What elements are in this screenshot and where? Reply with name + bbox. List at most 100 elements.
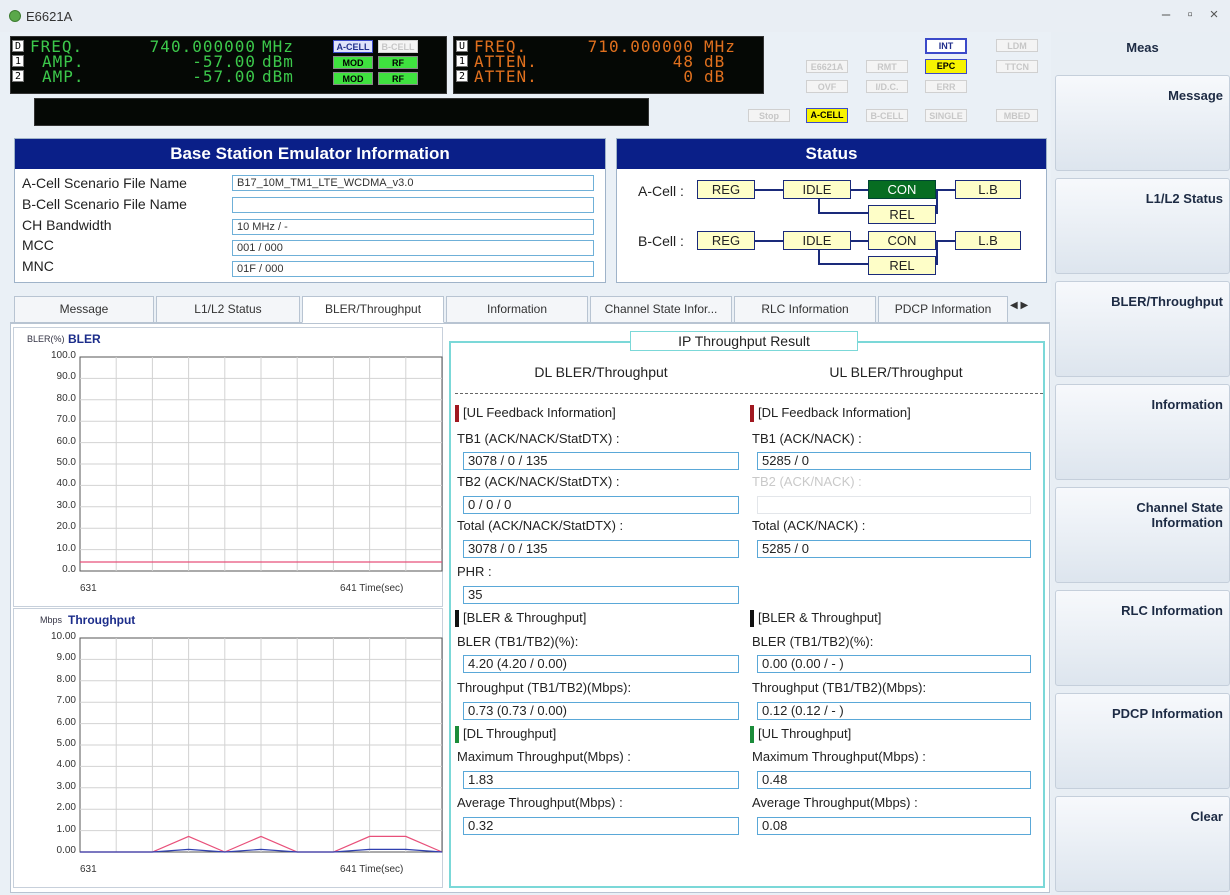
mod2-chip[interactable]: MOD — [333, 72, 373, 85]
throughput-y-tick: 4.00 — [56, 759, 76, 771]
ul-throughput-field: 0.12 (0.12 / - ) — [757, 702, 1031, 720]
tab-scroll-arrows[interactable]: ◀ ▶ — [1010, 300, 1028, 311]
mod1-chip[interactable]: MOD — [333, 56, 373, 69]
dl-bler-throughput-header: DL BLER/Throughput — [534, 364, 668, 380]
ul-tb1-field: 5285 / 0 — [757, 452, 1031, 470]
softkey-clear[interactable]: Clear — [1055, 796, 1230, 892]
tab-rlc-information[interactable]: RLC Information — [734, 296, 876, 323]
single-chip: SINGLE — [925, 109, 967, 122]
softkey-channel-state-information[interactable]: Channel State Information — [1055, 487, 1230, 583]
softkey-information[interactable]: Information — [1055, 384, 1230, 480]
message-bar — [34, 98, 649, 126]
bler-y-tick: 70.0 — [56, 414, 76, 426]
ch-bandwidth-field: 10 MHz / - — [232, 219, 594, 235]
dl-throughput-marker — [455, 726, 459, 743]
rf1-chip[interactable]: RF — [378, 56, 418, 69]
bler-y-tick: 60.0 — [56, 435, 76, 447]
ul-bler-throughput-marker — [750, 610, 754, 627]
b-cell-con-state: CON — [868, 231, 936, 250]
dl-tb2-label: TB2 (ACK/NACK/StatDTX) : — [457, 474, 620, 489]
throughput-y-tick: 3.00 — [56, 780, 76, 792]
dl-bler-field: 4.20 (4.20 / 0.00) — [463, 655, 739, 673]
dl-bler-throughput-marker — [455, 610, 459, 627]
ul-throughput-heading: [UL Throughput] — [758, 726, 852, 741]
throughput-y-tick: 7.00 — [56, 695, 76, 707]
led-index-u1: 1 — [456, 55, 468, 67]
close-icon[interactable]: × — [1204, 6, 1224, 23]
bler-y-tick: 100.0 — [50, 350, 76, 361]
throughput-x-start: 631 — [80, 864, 97, 875]
ul-bler-throughput-header: UL BLER/Throughput — [829, 364, 963, 380]
led-atten2-unit: dB — [704, 67, 726, 86]
phr-field: 35 — [463, 586, 739, 604]
tab-message[interactable]: Message — [14, 296, 154, 323]
app-icon — [9, 10, 21, 22]
mcc-label: MCC — [22, 237, 54, 253]
rf2-chip[interactable]: RF — [378, 72, 418, 85]
throughput-y-tick: 1.00 — [56, 823, 76, 835]
led-atten2-value: 0 — [683, 67, 694, 86]
dl-tb2-field: 0 / 0 / 0 — [463, 496, 739, 514]
tab-bler-throughput[interactable]: BLER/Throughput — [302, 296, 444, 323]
a-cell-con-state: CON — [868, 180, 936, 199]
b-cell-chip[interactable]: B-CELL — [378, 40, 418, 53]
mcc-field: 001 / 000 — [232, 240, 594, 256]
idc-chip: I/D.C. — [866, 80, 908, 93]
softkey-message[interactable]: Message — [1055, 75, 1230, 171]
bler-y-tick: 30.0 — [56, 499, 76, 511]
dl-feedback-heading: [DL Feedback Information] — [758, 405, 911, 420]
a-cell-scenario-label: A-Cell Scenario File Name — [22, 175, 187, 191]
dl-throughput-heading: [DL Throughput] — [463, 726, 557, 741]
bler-y-tick: 0.0 — [62, 564, 76, 575]
bler-y-tick: 20.0 — [56, 521, 76, 533]
tab-l1l2-status[interactable]: L1/L2 Status — [156, 296, 300, 323]
header-divider — [455, 393, 1043, 394]
throughput-y-tick: 2.00 — [56, 802, 76, 814]
restore-icon[interactable]: ▫ — [1180, 6, 1200, 23]
phr-label: PHR : — [457, 564, 492, 579]
ul-bler-label: BLER (TB1/TB2)(%): — [752, 634, 874, 649]
softkey-l1l2-status[interactable]: L1/L2 Status — [1055, 178, 1230, 274]
tab-information[interactable]: Information — [446, 296, 588, 323]
led-index-d: D — [12, 40, 24, 52]
b-cell-indicator: B-CELL — [866, 109, 908, 122]
ul-bler-field: 0.00 (0.00 / - ) — [757, 655, 1031, 673]
ul-total-field: 5285 / 0 — [757, 540, 1031, 558]
led-index-u2: 2 — [456, 70, 468, 82]
stop-button[interactable]: Stop — [748, 109, 790, 122]
b-cell-rel-state: REL — [868, 256, 936, 275]
ip-throughput-title: IP Throughput Result — [630, 331, 858, 351]
epc-chip: EPC — [925, 59, 967, 74]
dl-tb1-label: TB1 (ACK/NACK/StatDTX) : — [457, 431, 620, 446]
bler-y-tick: 10.0 — [56, 542, 76, 554]
a-cell-rel-state: REL — [868, 205, 936, 224]
ul-tb2-label: TB2 (ACK/NACK) : — [752, 474, 862, 489]
led-index-1: 1 — [12, 55, 24, 67]
dl-avg-throughput-field: 0.32 — [463, 817, 739, 835]
dl-max-throughput-label: Maximum Throughput(Mbps) : — [457, 749, 631, 764]
tab-channel-state-information[interactable]: Channel State Infor... — [590, 296, 732, 323]
title-bar — [0, 0, 1230, 32]
dl-bler-label: BLER (TB1/TB2)(%): — [457, 634, 579, 649]
minimize-icon[interactable]: – — [1156, 6, 1176, 23]
a-cell-rel-line-right — [936, 189, 938, 214]
ul-max-throughput-field: 0.48 — [757, 771, 1031, 789]
dl-total-field: 3078 / 0 / 135 — [463, 540, 739, 558]
ul-avg-throughput-label: Average Throughput(Mbps) : — [752, 795, 918, 810]
b-cell-idle-state: IDLE — [783, 231, 851, 250]
softkey-bler-throughput[interactable]: BLER/Throughput — [1055, 281, 1230, 377]
b-cell-scenario-label: B-Cell Scenario File Name — [22, 196, 187, 212]
throughput-x-end: 641 Time(sec) — [340, 864, 404, 875]
throughput-y-tick: 8.00 — [56, 673, 76, 685]
ul-total-label: Total (ACK/NACK) : — [752, 518, 866, 533]
a-cell-idle-state: IDLE — [783, 180, 851, 199]
tab-pdcp-information[interactable]: PDCP Information — [878, 296, 1008, 323]
a-cell-chip[interactable]: A-CELL — [333, 40, 373, 53]
led-index-2: 2 — [12, 70, 24, 82]
ul-tb1-label: TB1 (ACK/NACK) : — [752, 431, 862, 446]
led-amp2-value: -57.00 — [192, 67, 256, 86]
rmt-chip: RMT — [866, 60, 908, 73]
bler-y-tick: 50.0 — [56, 457, 76, 468]
softkey-pdcp-information[interactable]: PDCP Information — [1055, 693, 1230, 789]
softkey-rlc-information[interactable]: RLC Information — [1055, 590, 1230, 686]
